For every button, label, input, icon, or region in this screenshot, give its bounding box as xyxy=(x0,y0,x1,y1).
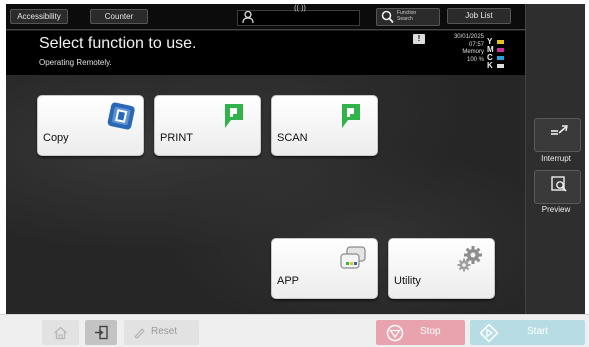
message-area: Select function to use. Operating Remote… xyxy=(6,31,525,75)
copy-label: Copy xyxy=(43,132,69,144)
start-icon xyxy=(479,323,499,343)
job-list-button[interactable]: Job List xyxy=(447,8,511,24)
start-label: Start xyxy=(527,326,549,337)
utility-button[interactable]: Utility xyxy=(388,238,495,299)
alert-icon[interactable]: ! xyxy=(413,34,425,44)
start-button[interactable]: Start xyxy=(470,320,585,345)
stop-label: Stop xyxy=(420,326,441,337)
app-icon xyxy=(340,246,366,269)
interrupt-button[interactable] xyxy=(534,118,581,152)
side-panel: Interrupt Preview xyxy=(525,4,585,314)
access-button[interactable] xyxy=(85,320,117,345)
home-button[interactable] xyxy=(42,320,79,345)
reset-label: Reset xyxy=(151,326,178,337)
home-icon xyxy=(54,326,67,340)
search-icon xyxy=(381,10,394,24)
memory-value: 100 % xyxy=(466,56,484,63)
scan-icon xyxy=(342,104,360,128)
preview-icon xyxy=(551,176,567,192)
app-button[interactable]: APP xyxy=(271,238,378,299)
bottom-bar: Reset Stop Start xyxy=(0,314,589,347)
counter-button[interactable]: Counter xyxy=(90,9,148,24)
function-area: Copy PRINT SCAN APP Utility xyxy=(6,75,525,314)
status-info: 30/01/2025 07:57 Memory 100 % xyxy=(444,34,484,64)
stop-button[interactable]: Stop xyxy=(376,320,465,345)
copy-icon xyxy=(107,102,135,130)
app-label: APP xyxy=(277,275,300,287)
logout-icon xyxy=(95,325,108,340)
user-box[interactable] xyxy=(237,10,360,26)
memory-label: Memory xyxy=(462,49,484,55)
top-bar: Accessibility Counter ((·)) Function Sea… xyxy=(6,4,585,30)
reset-button[interactable]: Reset xyxy=(124,320,199,345)
reset-icon xyxy=(134,328,145,339)
print-label: PRINT xyxy=(160,132,193,144)
function-search-label-2: Search xyxy=(397,16,413,22)
toner-bar xyxy=(497,48,504,52)
message-subtitle: Operating Remotely. xyxy=(39,58,112,67)
stop-icon xyxy=(386,324,404,342)
status-time: 07:57 xyxy=(468,41,484,48)
function-search-button[interactable]: Function Search xyxy=(376,8,440,26)
remote-connection-icon: ((·)) xyxy=(294,5,306,12)
print-button[interactable]: PRINT xyxy=(154,95,261,156)
preview-label: Preview xyxy=(541,205,571,214)
utility-label: Utility xyxy=(394,275,421,287)
control-panel-screen: Accessibility Counter ((·)) Function Sea… xyxy=(6,4,585,314)
interrupt-icon xyxy=(551,125,568,135)
user-icon xyxy=(242,10,254,24)
gear-icon xyxy=(457,246,482,272)
interrupt-label: Interrupt xyxy=(541,154,571,163)
preview-button[interactable] xyxy=(534,170,581,204)
copy-button[interactable]: Copy xyxy=(37,95,144,156)
accessibility-button[interactable]: Accessibility xyxy=(10,9,68,24)
status-date: 30/01/2025 xyxy=(453,34,484,40)
toner-bar xyxy=(497,64,504,68)
message-title: Select function to use. xyxy=(39,35,197,52)
scan-label: SCAN xyxy=(277,132,308,144)
print-icon xyxy=(225,104,243,128)
toner-black: K xyxy=(487,62,523,70)
scan-button[interactable]: SCAN xyxy=(271,95,378,156)
toner-bar xyxy=(497,56,504,60)
toner-bar xyxy=(497,40,504,44)
